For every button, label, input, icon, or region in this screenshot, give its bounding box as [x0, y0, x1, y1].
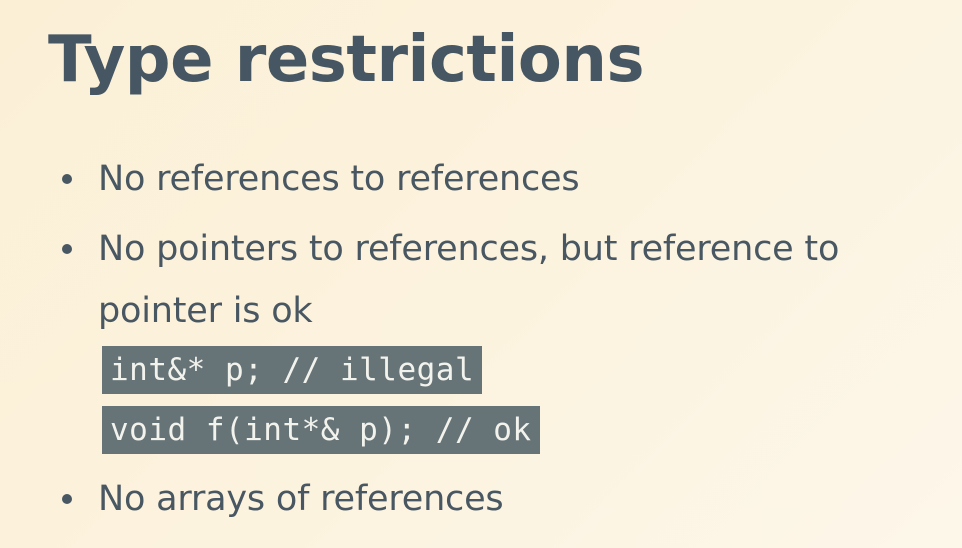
- bullet-dot-icon: [62, 244, 72, 254]
- bullet-text: No pointers to references, but reference…: [98, 229, 840, 331]
- code-line: void f(int*& p); // ok: [102, 406, 540, 454]
- bullet-text: No arrays of references: [98, 479, 504, 519]
- bullet-item: No pointers to references, but reference…: [62, 218, 952, 342]
- code-line: int&* p; // illegal: [102, 346, 483, 394]
- bullet-item: No arrays of references: [62, 468, 952, 530]
- slide-title: Type restrictions: [48, 23, 645, 97]
- bullet-dot-icon: [62, 174, 72, 184]
- bullet-dot-icon: [62, 494, 72, 504]
- bullet-item: No references to references: [62, 148, 952, 210]
- bullet-text: No references to references: [98, 159, 580, 199]
